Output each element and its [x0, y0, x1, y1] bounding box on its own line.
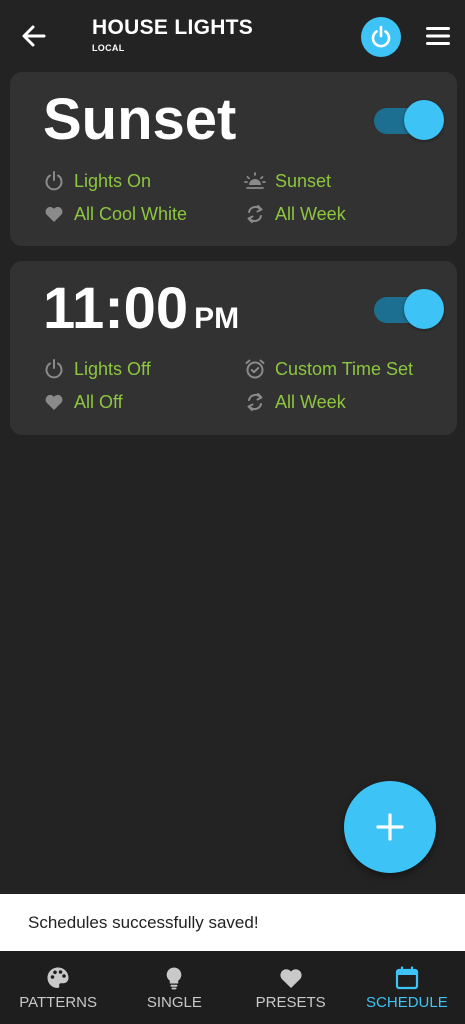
- hamburger-menu-icon: [426, 27, 450, 45]
- app-header: HOUSE LIGHTS LOCAL: [0, 0, 465, 70]
- schedule-title: Sunset: [43, 87, 237, 152]
- schedule-action-label: Lights On: [74, 170, 152, 191]
- calendar-icon: [395, 966, 418, 990]
- alarm-clock-icon: [245, 359, 265, 379]
- power-icon: [371, 25, 391, 48]
- heart-icon: [45, 394, 63, 410]
- schedule-trigger: Sunset: [244, 170, 331, 192]
- schedule-repeat: All Week: [244, 391, 346, 413]
- schedule-toggle[interactable]: [372, 98, 444, 140]
- schedule-preset-label: All Off: [74, 391, 123, 412]
- sunset-icon: [244, 172, 266, 189]
- repeat-icon: [247, 393, 263, 411]
- schedule-repeat-label: All Week: [275, 203, 346, 224]
- schedule-action: Lights Off: [43, 358, 151, 380]
- nav-item-label: SINGLE: [146, 994, 202, 1011]
- add-schedule-button[interactable]: [344, 781, 436, 873]
- schedule-repeat-label: All Week: [275, 391, 346, 412]
- nav-item-label: PATTERNS: [19, 994, 98, 1011]
- toggle-thumb: [404, 100, 444, 140]
- page-subtitle: LOCAL: [92, 43, 125, 53]
- schedule-time-ampm: PM: [194, 302, 240, 335]
- schedule-time-value: 11:00: [43, 276, 189, 341]
- menu-button[interactable]: [424, 24, 452, 48]
- schedule-trigger-label: Custom Time Set: [275, 358, 414, 379]
- back-button[interactable]: [18, 20, 50, 52]
- schedule-action: Lights On: [43, 170, 151, 192]
- power-icon: [45, 171, 63, 191]
- schedule-trigger: Custom Time Set: [244, 358, 413, 380]
- schedule-card[interactable]: 11:00 PM Lights Off Custom Time Set All …: [10, 261, 457, 435]
- nav-item-schedule[interactable]: SCHEDULE: [349, 951, 465, 1024]
- power-icon: [45, 359, 63, 379]
- toggle-thumb: [404, 289, 444, 329]
- snackbar-message: Schedules successfully saved!: [28, 912, 259, 932]
- schedule-preset: All Off: [43, 391, 123, 413]
- schedule-action-label: Lights Off: [74, 358, 151, 379]
- nav-item-label: SCHEDULE: [366, 994, 448, 1011]
- nav-item-label: PRESETS: [255, 994, 326, 1011]
- nav-item-single[interactable]: SINGLE: [116, 951, 232, 1024]
- nav-item-patterns[interactable]: PATTERNS: [0, 951, 116, 1024]
- arrow-left-icon: [22, 25, 46, 47]
- app-root: HOUSE LIGHTS LOCAL Sunset Lights On Suns…: [0, 0, 465, 1024]
- schedule-trigger-label: Sunset: [275, 170, 332, 191]
- plus-icon: [376, 813, 404, 841]
- schedule-time: 11:00 PM: [43, 279, 239, 349]
- lightbulb-icon: [167, 967, 182, 990]
- heart-icon: [45, 206, 63, 222]
- schedule-toggle[interactable]: [372, 287, 444, 329]
- power-button[interactable]: [361, 17, 401, 57]
- schedule-card[interactable]: Sunset Lights On Sunset All Cool White A…: [10, 72, 457, 246]
- bottom-navigation: PATTERNS SINGLE PRESETS SCHEDULE: [0, 951, 465, 1024]
- page-title: HOUSE LIGHTS: [92, 16, 254, 39]
- snackbar: Schedules successfully saved!: [0, 894, 465, 951]
- schedule-repeat: All Week: [244, 203, 346, 225]
- schedule-preset-label: All Cool White: [74, 203, 188, 224]
- palette-icon: [47, 967, 69, 988]
- heart-icon: [280, 969, 302, 988]
- repeat-icon: [247, 205, 263, 223]
- nav-item-presets[interactable]: PRESETS: [233, 951, 349, 1024]
- schedule-preset: All Cool White: [43, 203, 187, 225]
